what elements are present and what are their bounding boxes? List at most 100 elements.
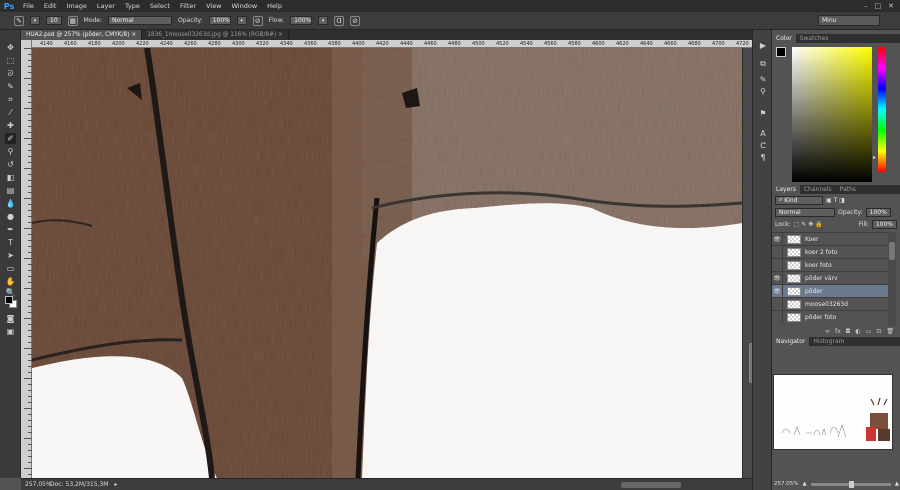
foreground-color-swatch[interactable] bbox=[5, 296, 13, 304]
layer-filter-select[interactable]: ⌕ Kind bbox=[775, 195, 823, 205]
navigator-zoom-level[interactable]: 257,05% bbox=[774, 481, 798, 487]
layer-row[interactable]: koer 2 foto bbox=[772, 245, 888, 259]
menu-image[interactable]: Image bbox=[61, 0, 91, 12]
layer-row[interactable]: 👁 Koer bbox=[772, 232, 888, 246]
crop-tool-icon[interactable]: ⌗ bbox=[5, 94, 16, 105]
add-mask-icon[interactable]: ◘ bbox=[846, 328, 851, 337]
pen-tool-icon[interactable]: ✒ bbox=[5, 224, 16, 235]
close-button[interactable]: ✕ bbox=[888, 2, 894, 10]
flow-dropdown[interactable]: ▾ bbox=[318, 16, 329, 25]
menu-help[interactable]: Help bbox=[262, 0, 287, 12]
menu-layer[interactable]: Layer bbox=[92, 0, 120, 12]
tab-layers[interactable]: Layers bbox=[772, 185, 800, 194]
brush-panel-toggle-icon[interactable]: ▦ bbox=[67, 15, 78, 26]
tab-navigator[interactable]: Navigator bbox=[772, 337, 810, 346]
tab-hua2[interactable]: HUA2.psd @ 257% (põder, CMYK/8) × bbox=[21, 30, 143, 40]
tab-color[interactable]: Color bbox=[772, 34, 796, 43]
airbrush-icon[interactable]: ᗡ bbox=[334, 15, 345, 26]
hand-tool-icon[interactable]: ✋ bbox=[5, 276, 16, 287]
flow-field[interactable]: 100% bbox=[290, 16, 313, 25]
menu-select[interactable]: Select bbox=[145, 0, 175, 12]
maximize-button[interactable]: □ bbox=[875, 2, 882, 10]
tab-close-icon[interactable]: × bbox=[278, 32, 283, 38]
brush-preset-dropdown[interactable]: ▾ bbox=[30, 16, 40, 25]
eyedropper-tool-icon[interactable]: ⁄ bbox=[5, 107, 16, 118]
ruler-origin[interactable] bbox=[21, 40, 32, 48]
blur-tool-icon[interactable]: 💧 bbox=[5, 198, 16, 209]
lasso-tool-icon[interactable]: ᘐ bbox=[5, 68, 16, 79]
eye-icon[interactable]: 👁 bbox=[772, 271, 783, 285]
marquee-tool-icon[interactable]: ⬚ bbox=[5, 55, 16, 66]
vertical-scrollbar[interactable] bbox=[742, 48, 755, 478]
menu-window[interactable]: Window bbox=[227, 0, 263, 12]
layer-row-selected[interactable]: 👁 põder bbox=[772, 284, 888, 298]
eye-hidden-icon[interactable] bbox=[772, 258, 783, 272]
clone-stamp-tool-icon[interactable]: ⚲ bbox=[5, 146, 16, 157]
pressure-opacity-icon[interactable]: ⊘ bbox=[252, 15, 263, 26]
menu-file[interactable]: File bbox=[18, 0, 39, 12]
trash-icon[interactable]: 🗑 bbox=[886, 328, 894, 337]
path-select-tool-icon[interactable]: ➤ bbox=[5, 250, 16, 261]
eye-hidden-icon[interactable] bbox=[772, 245, 783, 259]
new-group-icon[interactable]: ▭ bbox=[866, 328, 872, 337]
tab-histogram[interactable]: Histogram bbox=[809, 337, 848, 346]
play-action-icon[interactable]: ▶ bbox=[757, 40, 769, 51]
history-icon[interactable]: ⧉ bbox=[757, 58, 769, 69]
hue-slider[interactable] bbox=[878, 47, 886, 172]
tab-close-icon[interactable]: × bbox=[131, 32, 136, 38]
layer-row[interactable]: põder foto bbox=[772, 310, 888, 324]
zoom-out-icon[interactable]: ▲ bbox=[802, 481, 806, 487]
link-layers-icon[interactable]: ∞ bbox=[825, 328, 830, 337]
actions-icon[interactable]: ⚑ bbox=[757, 108, 769, 119]
brush-presets-icon[interactable]: ✎ bbox=[757, 74, 769, 85]
zoom-slider[interactable] bbox=[810, 480, 891, 488]
clone-source-icon[interactable]: ⚲ bbox=[757, 86, 769, 97]
workspace-select[interactable]: Minu bbox=[818, 15, 880, 26]
healing-brush-tool-icon[interactable]: ✚ bbox=[5, 120, 16, 131]
quick-mask-icon[interactable]: ◙ bbox=[5, 313, 16, 324]
opacity-field[interactable]: 100% bbox=[208, 16, 231, 25]
horizontal-scrollbar[interactable] bbox=[621, 482, 681, 488]
zoom-in-icon[interactable]: ▲ bbox=[895, 481, 899, 487]
tab-swatches[interactable]: Swatches bbox=[796, 34, 833, 43]
dodge-tool-icon[interactable]: ● bbox=[5, 211, 16, 222]
shape-tool-icon[interactable]: ▭ bbox=[5, 263, 16, 274]
tab-paths[interactable]: Paths bbox=[836, 185, 860, 194]
filter-toggle-icon[interactable]: ▣ T ◨ bbox=[826, 197, 845, 204]
foreground-color-swatch[interactable] bbox=[776, 47, 786, 57]
document-canvas[interactable] bbox=[32, 48, 742, 478]
tab-moose-photo[interactable]: 1836_1moose03263d.jpg @ 116% (RGB/8#) × bbox=[142, 30, 289, 40]
menu-filter[interactable]: Filter bbox=[175, 0, 201, 12]
lock-icons[interactable]: ⬚ ✎ ✥ 🔒 bbox=[794, 221, 823, 228]
eye-hidden-icon[interactable] bbox=[772, 310, 783, 324]
adjustment-layer-icon[interactable]: ◐ bbox=[855, 328, 860, 337]
eye-hidden-icon[interactable] bbox=[772, 297, 783, 311]
pressure-size-icon[interactable]: ⊘ bbox=[350, 15, 361, 26]
menu-type[interactable]: Type bbox=[120, 0, 145, 12]
tab-channels[interactable]: Channels bbox=[800, 185, 836, 194]
layers-scrollbar[interactable] bbox=[888, 232, 896, 326]
layer-row[interactable]: koer foto bbox=[772, 258, 888, 272]
character-icon[interactable]: A bbox=[757, 128, 769, 139]
mode-select[interactable]: Normal bbox=[108, 16, 173, 25]
gradient-tool-icon[interactable]: ▤ bbox=[5, 185, 16, 196]
scroll-thumb[interactable] bbox=[889, 242, 895, 260]
brush-tool-icon[interactable]: ✐ bbox=[5, 133, 16, 144]
fill-field[interactable]: 100% bbox=[871, 219, 897, 229]
minimize-button[interactable]: – bbox=[864, 2, 868, 10]
layer-row[interactable]: 👁 põder värv bbox=[772, 271, 888, 285]
eye-icon[interactable]: 👁 bbox=[772, 232, 783, 246]
blend-mode-select[interactable]: Normal bbox=[775, 207, 835, 217]
brush-preset-icon[interactable]: ✎ bbox=[14, 15, 24, 26]
hue-marker-icon[interactable]: ▸ bbox=[873, 154, 876, 161]
layer-row[interactable]: moose03263d bbox=[772, 297, 888, 311]
eye-icon[interactable]: 👁 bbox=[772, 284, 783, 298]
paragraph-icon[interactable]: ¶ bbox=[757, 152, 769, 163]
menu-edit[interactable]: Edit bbox=[39, 0, 62, 12]
move-tool-icon[interactable]: ✥ bbox=[5, 42, 16, 53]
horizontal-ruler[interactable]: 4140 4160 4180 4200 4220 4240 4260 4280 4300 4320… bbox=[32, 40, 752, 48]
type-tool-icon[interactable]: T bbox=[5, 237, 16, 248]
brush-size-field[interactable]: 10 bbox=[46, 16, 62, 25]
layer-opacity-field[interactable]: 100% bbox=[865, 207, 891, 217]
opacity-dropdown[interactable]: ▾ bbox=[236, 16, 247, 25]
